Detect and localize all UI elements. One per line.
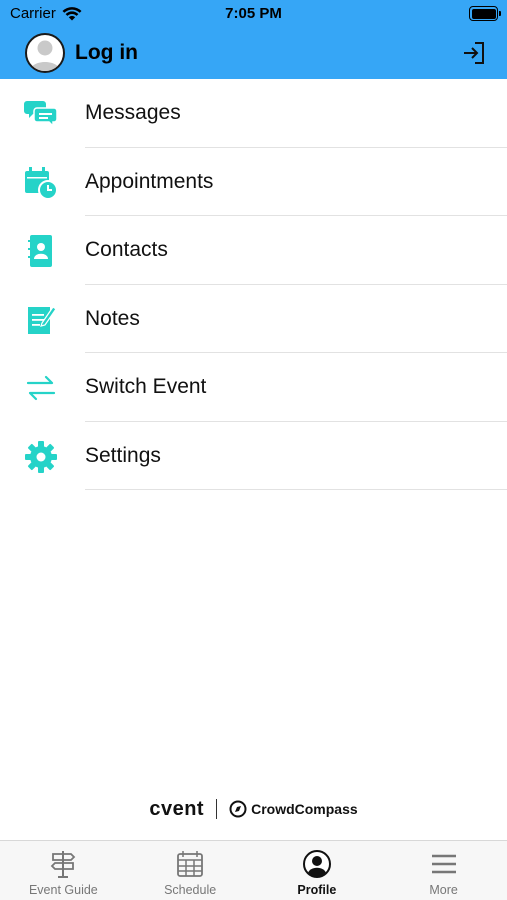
calendar-grid-icon <box>177 851 204 877</box>
menu-item-settings[interactable]: Settings <box>0 422 507 490</box>
switch-arrows-icon <box>26 375 56 401</box>
battery-icon <box>469 6 501 21</box>
tab-label: Schedule <box>164 883 217 897</box>
menu-item-label: Messages <box>85 101 181 124</box>
profile-icon <box>302 850 331 878</box>
status-bar: Carrier 7:05 PM <box>0 0 507 28</box>
tab-bar: Event Guide Schedule Profile More <box>0 840 507 900</box>
divider <box>85 489 507 490</box>
tab-label: More <box>429 883 458 897</box>
branding: cvent CrowdCompass <box>0 795 507 823</box>
menu-item-label: Appointments <box>85 169 214 193</box>
menu-item-appointments[interactable]: Appointments <box>0 148 507 216</box>
menu-item-label: Contacts <box>85 238 168 261</box>
tab-label: Profile <box>297 883 337 897</box>
header: Log in <box>0 28 507 79</box>
menu-item-label: Notes <box>85 306 140 330</box>
menu-item-contacts[interactable]: Contacts <box>0 216 507 285</box>
top-bar: Carrier 7:05 PM Log in <box>0 0 507 79</box>
gear-icon <box>25 440 57 473</box>
hamburger-icon <box>431 854 456 874</box>
menu-item-messages[interactable]: Messages <box>0 79 507 148</box>
crowdcompass-logo: CrowdCompass <box>229 800 358 818</box>
tab-event-guide[interactable]: Event Guide <box>0 841 127 900</box>
note-edit-icon <box>28 305 57 334</box>
signpost-icon <box>51 851 76 878</box>
tab-more[interactable]: More <box>380 841 507 900</box>
login-icon[interactable] <box>461 40 487 66</box>
tab-label: Event Guide <box>28 883 98 897</box>
menu-item-switch-event[interactable]: Switch Event <box>0 353 507 422</box>
login-title[interactable]: Log in <box>75 41 138 65</box>
tab-schedule[interactable]: Schedule <box>127 841 254 900</box>
chat-bubbles-icon <box>24 101 58 128</box>
crowdcompass-mark-icon <box>229 800 247 818</box>
profile-menu: Messages Appointments Contacts Notes Swi… <box>0 79 507 490</box>
brand-separator <box>216 799 218 819</box>
avatar[interactable] <box>25 33 65 73</box>
cvent-logo: cvent <box>149 797 205 820</box>
contact-book-icon <box>28 235 52 267</box>
calendar-clock-icon <box>25 166 58 200</box>
tab-profile[interactable]: Profile <box>254 841 381 900</box>
person-placeholder-icon <box>30 40 60 71</box>
menu-item-label: Switch Event <box>85 375 207 398</box>
clock: 7:05 PM <box>225 5 282 22</box>
menu-item-notes[interactable]: Notes <box>0 285 507 353</box>
menu-item-label: Settings <box>85 443 161 467</box>
crowdcompass-label: CrowdCompass <box>251 801 358 817</box>
